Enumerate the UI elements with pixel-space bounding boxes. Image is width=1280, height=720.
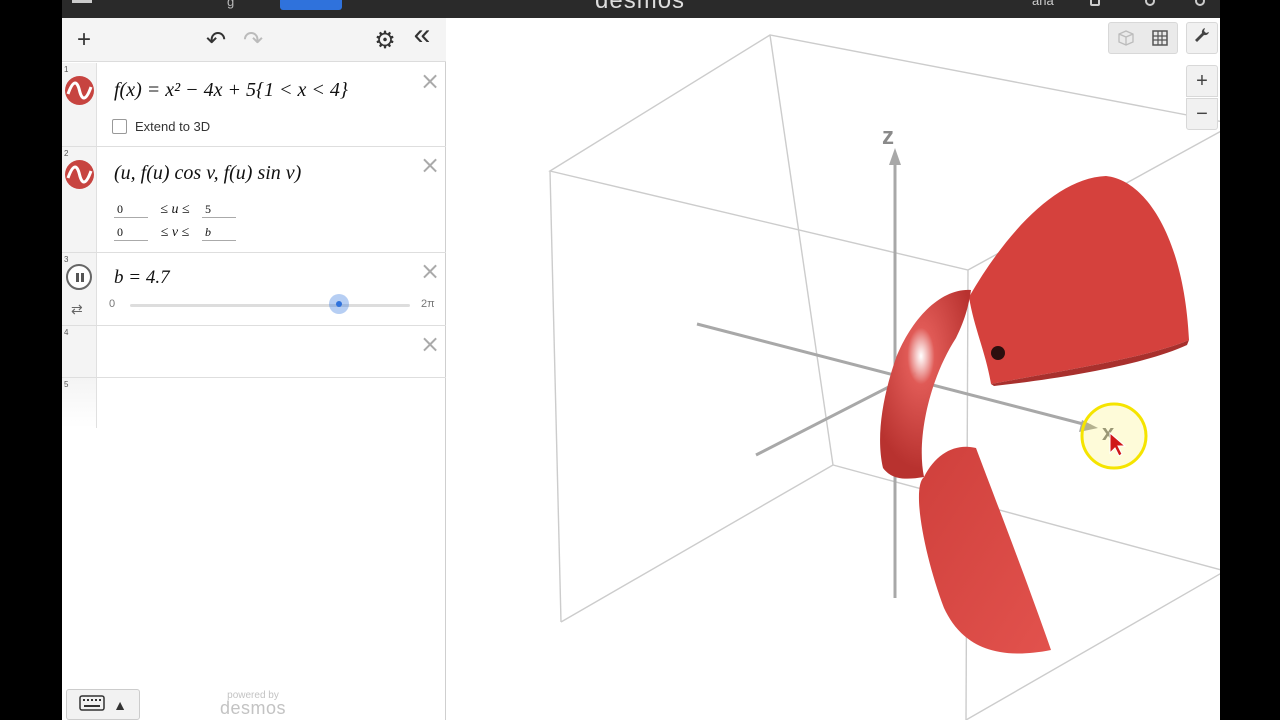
u-min-field[interactable]: 0 <box>114 202 148 218</box>
delete-expression-button[interactable]: × <box>420 332 440 356</box>
desmos-window: g desmos ana + ↶ ↷ ⚙ « 1 f(x) = x² − 4x … <box>62 0 1220 720</box>
delete-expression-button[interactable]: × <box>420 153 440 177</box>
extend-3d-label: Extend to 3D <box>135 119 211 134</box>
graph-settings-wrench-button[interactable] <box>1186 22 1218 54</box>
keyboard-icon <box>79 695 105 714</box>
globe-icon[interactable] <box>1195 0 1205 6</box>
expression-gutter: 2 <box>62 147 97 252</box>
formula-text: (u, f(u) cos v, f(u) sin v) <box>114 162 302 184</box>
extend-3d-row: Extend to 3D <box>112 119 210 134</box>
v-min-field[interactable]: 0 <box>114 225 148 241</box>
zoom-in-button[interactable]: + <box>1186 65 1218 97</box>
expression-row-2[interactable]: 2 (u, f(u) cos v, f(u) sin v) × 0 ≤ u ≤ … <box>62 147 446 253</box>
expression-row-1[interactable]: 1 f(x) = x² − 4x + 5{1 < x < 4} × Extend… <box>62 63 446 147</box>
slider-track[interactable] <box>130 304 410 307</box>
v-domain-row: 0 ≤ v ≤ b <box>114 225 236 241</box>
expression-number: 5 <box>64 380 69 389</box>
undo-button[interactable]: ↶ <box>202 26 230 54</box>
left-letterbox <box>0 0 62 720</box>
delete-expression-button[interactable]: × <box>420 69 440 93</box>
expression-gutter: 4 <box>62 326 97 377</box>
brand-logo: desmos <box>595 0 686 14</box>
loop-mode-icon[interactable]: ⇄ <box>71 301 83 318</box>
powered-by-logo: desmos <box>219 698 287 718</box>
powered-by-desmos[interactable]: powered by desmos <box>210 690 296 719</box>
extend-3d-checkbox[interactable] <box>112 119 127 134</box>
expression-gutter: 3 ⇄ <box>62 253 97 325</box>
z-axis-arrow <box>889 148 901 165</box>
hamburger-menu-icon[interactable] <box>72 0 92 3</box>
curve-color-icon[interactable] <box>65 76 94 105</box>
add-expression-button[interactable]: + <box>70 26 98 54</box>
surface-color-icon[interactable] <box>65 160 94 189</box>
delete-expression-button[interactable]: × <box>420 259 440 283</box>
grid-icon[interactable] <box>1143 29 1177 47</box>
user-name[interactable]: ana <box>1032 0 1054 8</box>
expression-row-5[interactable]: 5 <box>62 378 446 428</box>
expression-formula[interactable]: b = 4.7 <box>114 267 170 289</box>
expression-number: 1 <box>64 65 69 74</box>
expression-toolbar: + ↶ ↷ ⚙ « <box>62 18 446 62</box>
settings-gear-icon[interactable]: ⚙ <box>371 26 399 54</box>
pause-animation-button[interactable] <box>66 264 92 290</box>
chevron-up-icon: ▲ <box>113 696 127 713</box>
help-icon[interactable] <box>1145 0 1155 6</box>
u-max-field[interactable]: 5 <box>202 202 236 218</box>
u-domain-label: ≤ u ≤ <box>160 202 190 217</box>
wrench-icon <box>1193 26 1211 50</box>
top-header: g desmos ana <box>62 0 1220 18</box>
redo-button[interactable]: ↷ <box>239 26 267 54</box>
expression-panel: + ↶ ↷ ⚙ « 1 f(x) = x² − 4x + 5{1 < x < 4… <box>62 18 446 720</box>
header-active-tab[interactable] <box>280 0 342 10</box>
z-axis-label: z <box>882 123 894 150</box>
expression-number: 3 <box>64 255 69 264</box>
expression-number: 2 <box>64 149 69 158</box>
expression-formula[interactable]: (u, f(u) cos v, f(u) sin v) <box>114 162 301 185</box>
formula-text: b = 4.7 <box>114 267 170 288</box>
collapse-panel-button[interactable]: « <box>408 18 436 51</box>
header-tab-partial[interactable]: g <box>227 0 234 9</box>
surface-of-revolution <box>880 176 1189 654</box>
expression-number: 4 <box>64 328 69 337</box>
3d-cube-icon[interactable] <box>1109 29 1143 47</box>
expression-row-4[interactable]: 4 × <box>62 326 446 378</box>
expression-row-3[interactable]: 3 ⇄ b = 4.7 × 0 2π <box>62 253 446 326</box>
keyboard-toggle-button[interactable]: ▲ <box>66 689 140 720</box>
share-icon[interactable] <box>1090 0 1100 6</box>
expression-formula[interactable]: f(x) = x² − 4x + 5{1 < x < 4} <box>114 79 348 102</box>
v-max-field[interactable]: b <box>202 225 236 241</box>
expression-gutter: 1 <box>62 63 97 146</box>
slider-min-label[interactable]: 0 <box>109 298 115 310</box>
zoom-out-button[interactable]: − <box>1186 98 1218 130</box>
graph-canvas[interactable]: z x + − <box>446 18 1220 720</box>
3d-graph-svg[interactable]: z x <box>446 18 1220 720</box>
view-toggle-group <box>1108 22 1178 54</box>
expression-gutter: 5 <box>62 378 97 428</box>
slider-thumb[interactable] <box>329 294 350 314</box>
u-domain-row: 0 ≤ u ≤ 5 <box>114 202 236 218</box>
slider-max-label[interactable]: 2π <box>421 298 435 310</box>
formula-text: f(x) = x² − 4x + 5{1 < x < 4} <box>114 79 348 101</box>
v-domain-label: ≤ v ≤ <box>160 225 190 240</box>
right-letterbox <box>1220 0 1280 720</box>
